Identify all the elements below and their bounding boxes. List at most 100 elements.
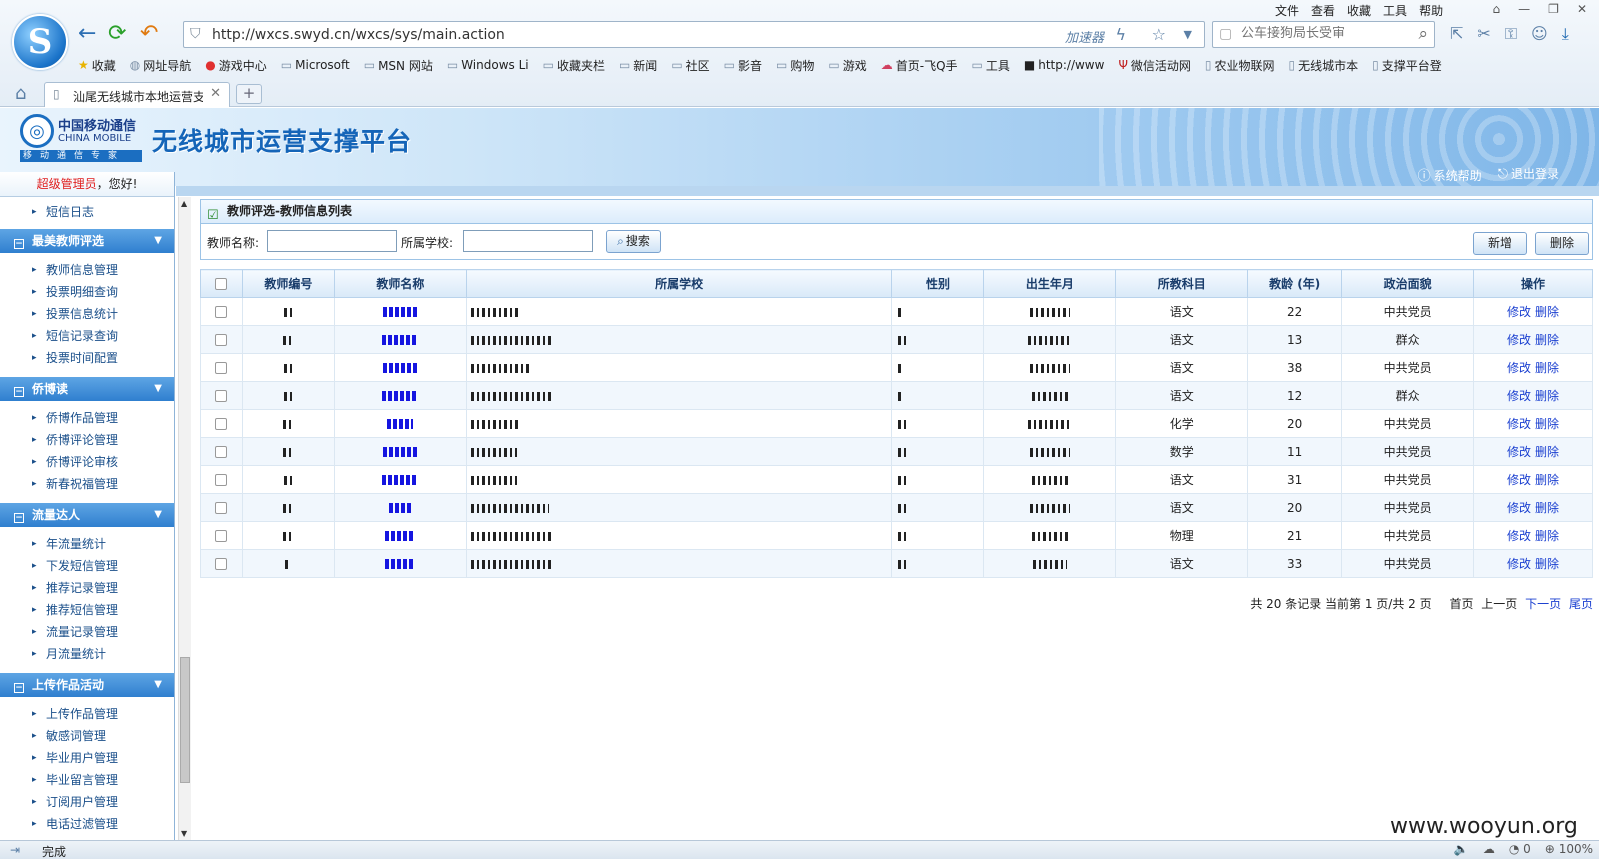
sidebar-item[interactable]: 电话过滤管理 — [0, 813, 174, 835]
sidebar-item[interactable]: 毕业留言管理 — [0, 769, 174, 791]
col-header[interactable]: 教师编号 — [241, 269, 335, 298]
star-icon[interactable]: ☆ — [1152, 25, 1166, 44]
row-checkbox[interactable] — [215, 418, 228, 430]
scissors-icon[interactable]: ✂ — [1477, 24, 1490, 44]
table-row[interactable]: 语文 13 群众 修改 删除 — [200, 325, 1593, 354]
fav-item[interactable]: ▭ 购物 — [776, 56, 814, 74]
edit-link[interactable]: 修改 — [1507, 529, 1531, 543]
teacher-name-cell[interactable] — [333, 437, 467, 466]
delete-link[interactable]: 删除 — [1535, 557, 1559, 571]
teacher-name-cell[interactable] — [333, 549, 467, 578]
sidebar-item[interactable]: 下发短信管理 — [0, 555, 174, 577]
teacher-name-input[interactable] — [267, 230, 397, 252]
delete-link[interactable]: 删除 — [1535, 361, 1559, 375]
sidebar-item[interactable]: 订阅用户管理 — [0, 791, 174, 813]
download-icon[interactable]: ⤓ — [1562, 24, 1569, 44]
col-header[interactable]: 教龄 (年) — [1247, 269, 1343, 298]
row-checkbox[interactable] — [215, 390, 228, 402]
browser-tab-active[interactable]: ▯ 汕尾无线城市本地运营支 ✕ — [44, 82, 230, 107]
table-row[interactable]: 语文 12 群众 修改 删除 — [200, 381, 1593, 410]
skin-icon[interactable]: ⌂ — [1493, 2, 1501, 16]
menu-item-file[interactable]: 文件 — [1275, 2, 1299, 19]
menu-group-qiaobo[interactable]: − 侨博读 ▼ — [0, 377, 174, 401]
row-checkbox[interactable] — [215, 474, 228, 486]
edit-link[interactable]: 修改 — [1507, 361, 1531, 375]
edit-link[interactable]: 修改 — [1507, 417, 1531, 431]
delete-link[interactable]: 删除 — [1535, 473, 1559, 487]
share-icon[interactable]: ⇱ — [1450, 24, 1463, 44]
pager-prev[interactable]: 上一页 — [1481, 597, 1517, 611]
edit-link[interactable]: 修改 — [1507, 557, 1531, 571]
col-header[interactable]: 所属学校 — [465, 269, 893, 298]
col-header[interactable]: 性别 — [891, 269, 985, 298]
delete-link[interactable]: 删除 — [1535, 333, 1559, 347]
fav-item[interactable]: ▯ 无线城市本 — [1289, 56, 1359, 74]
edit-link[interactable]: 修改 — [1507, 305, 1531, 319]
sidebar-item[interactable]: 投票信息统计 — [0, 303, 174, 325]
add-button[interactable]: 新增 — [1473, 232, 1527, 255]
scroll-thumb[interactable] — [180, 657, 190, 783]
refresh-icon[interactable]: ⟳ — [108, 22, 126, 46]
sidebar-item[interactable]: 侨博评论审核 — [0, 451, 174, 473]
fav-item[interactable]: ★ 收藏 — [78, 56, 116, 74]
restore-icon[interactable]: ❐ — [1548, 2, 1559, 16]
close-tab-icon[interactable]: ✕ — [210, 86, 221, 101]
sidebar-item[interactable]: 侨博作品管理 — [0, 407, 174, 429]
key-icon[interactable]: ⚿ — [1505, 24, 1517, 44]
sidebar-item[interactable]: 侨博评论管理 — [0, 429, 174, 451]
sidebar-item[interactable]: 新春祝福管理 — [0, 473, 174, 495]
sidebar-item[interactable]: 投票时间配置 — [0, 347, 174, 369]
menu-item-favorites[interactable]: 收藏 — [1347, 2, 1371, 19]
sidebar-item[interactable]: 短信记录查询 — [0, 325, 174, 347]
fav-item[interactable]: ▯ 农业物联网 — [1205, 56, 1275, 74]
col-header[interactable]: 教师名称 — [333, 269, 467, 298]
minimize-icon[interactable]: — — [1518, 2, 1530, 16]
sidebar-item[interactable]: 上传作品管理 — [0, 703, 174, 725]
menu-item-help[interactable]: 帮助 — [1419, 2, 1443, 19]
sidebar-item[interactable]: 流量记录管理 — [0, 621, 174, 643]
row-checkbox[interactable] — [215, 502, 228, 514]
col-header[interactable]: 操作 — [1473, 269, 1593, 298]
sidebar-item[interactable]: 教师信息管理 — [0, 259, 174, 281]
edit-link[interactable]: 修改 — [1507, 389, 1531, 403]
teacher-name-cell[interactable] — [333, 521, 467, 550]
col-header[interactable]: 所教科目 — [1115, 269, 1249, 298]
volume-icon[interactable]: 🔈 — [1454, 842, 1469, 856]
fav-item[interactable]: ▯ 支撑平台登 — [1372, 56, 1442, 74]
fav-item[interactable]: ▭ 游戏 — [828, 56, 866, 74]
sidebar-item-sms-log[interactable]: 短信日志 — [0, 201, 174, 223]
pager-first[interactable]: 首页 — [1449, 597, 1473, 611]
teacher-name-cell[interactable] — [333, 493, 467, 522]
logout-link[interactable]: ⎋ 退出登录 — [1498, 165, 1559, 184]
zoom-level[interactable]: ⊕ 100% — [1545, 842, 1593, 856]
pager-next[interactable]: 下一页 — [1525, 597, 1561, 611]
teacher-name-cell[interactable] — [333, 409, 467, 438]
menu-item-tools[interactable]: 工具 — [1383, 2, 1407, 19]
row-checkbox[interactable] — [215, 558, 228, 570]
sidebar-item[interactable]: 毕业用户管理 — [0, 747, 174, 769]
menu-item-view[interactable]: 查看 — [1311, 2, 1335, 19]
sidebar-item[interactable]: 推荐记录管理 — [0, 577, 174, 599]
fav-item[interactable]: ☁ 首页-飞Q手 — [881, 56, 958, 74]
row-checkbox[interactable] — [215, 446, 228, 458]
face-icon[interactable]: ☺ — [1531, 24, 1548, 44]
fav-item[interactable]: ▭ 社区 — [671, 56, 709, 74]
scroll-down-icon[interactable]: ▼ — [181, 829, 187, 838]
delete-link[interactable]: 删除 — [1535, 417, 1559, 431]
table-row[interactable]: 语文 38 中共党员 修改 删除 — [200, 353, 1593, 382]
row-checkbox[interactable] — [215, 362, 228, 374]
table-row[interactable]: 语文 20 中共党员 修改 删除 — [200, 493, 1593, 522]
delete-link[interactable]: 删除 — [1535, 389, 1559, 403]
menu-group-traffic[interactable]: − 流量达人 ▼ — [0, 503, 174, 527]
teacher-name-cell[interactable] — [333, 325, 467, 354]
menu-group-teacher-vote[interactable]: − 最美教师评选 ▼ — [0, 229, 174, 253]
help-link[interactable]: ⓘ 系统帮助 — [1418, 165, 1482, 184]
edit-link[interactable]: 修改 — [1507, 445, 1531, 459]
table-row[interactable]: 数学 11 中共党员 修改 删除 — [200, 437, 1593, 466]
delete-link[interactable]: 删除 — [1535, 529, 1559, 543]
edit-link[interactable]: 修改 — [1507, 501, 1531, 515]
fav-item[interactable]: ▭ 收藏夹栏 — [543, 56, 605, 74]
search-icon[interactable]: ⌕ — [1418, 24, 1428, 44]
table-row[interactable]: 语文 33 中共党员 修改 删除 — [200, 549, 1593, 578]
fav-item[interactable]: ■ http://www — [1024, 56, 1105, 74]
